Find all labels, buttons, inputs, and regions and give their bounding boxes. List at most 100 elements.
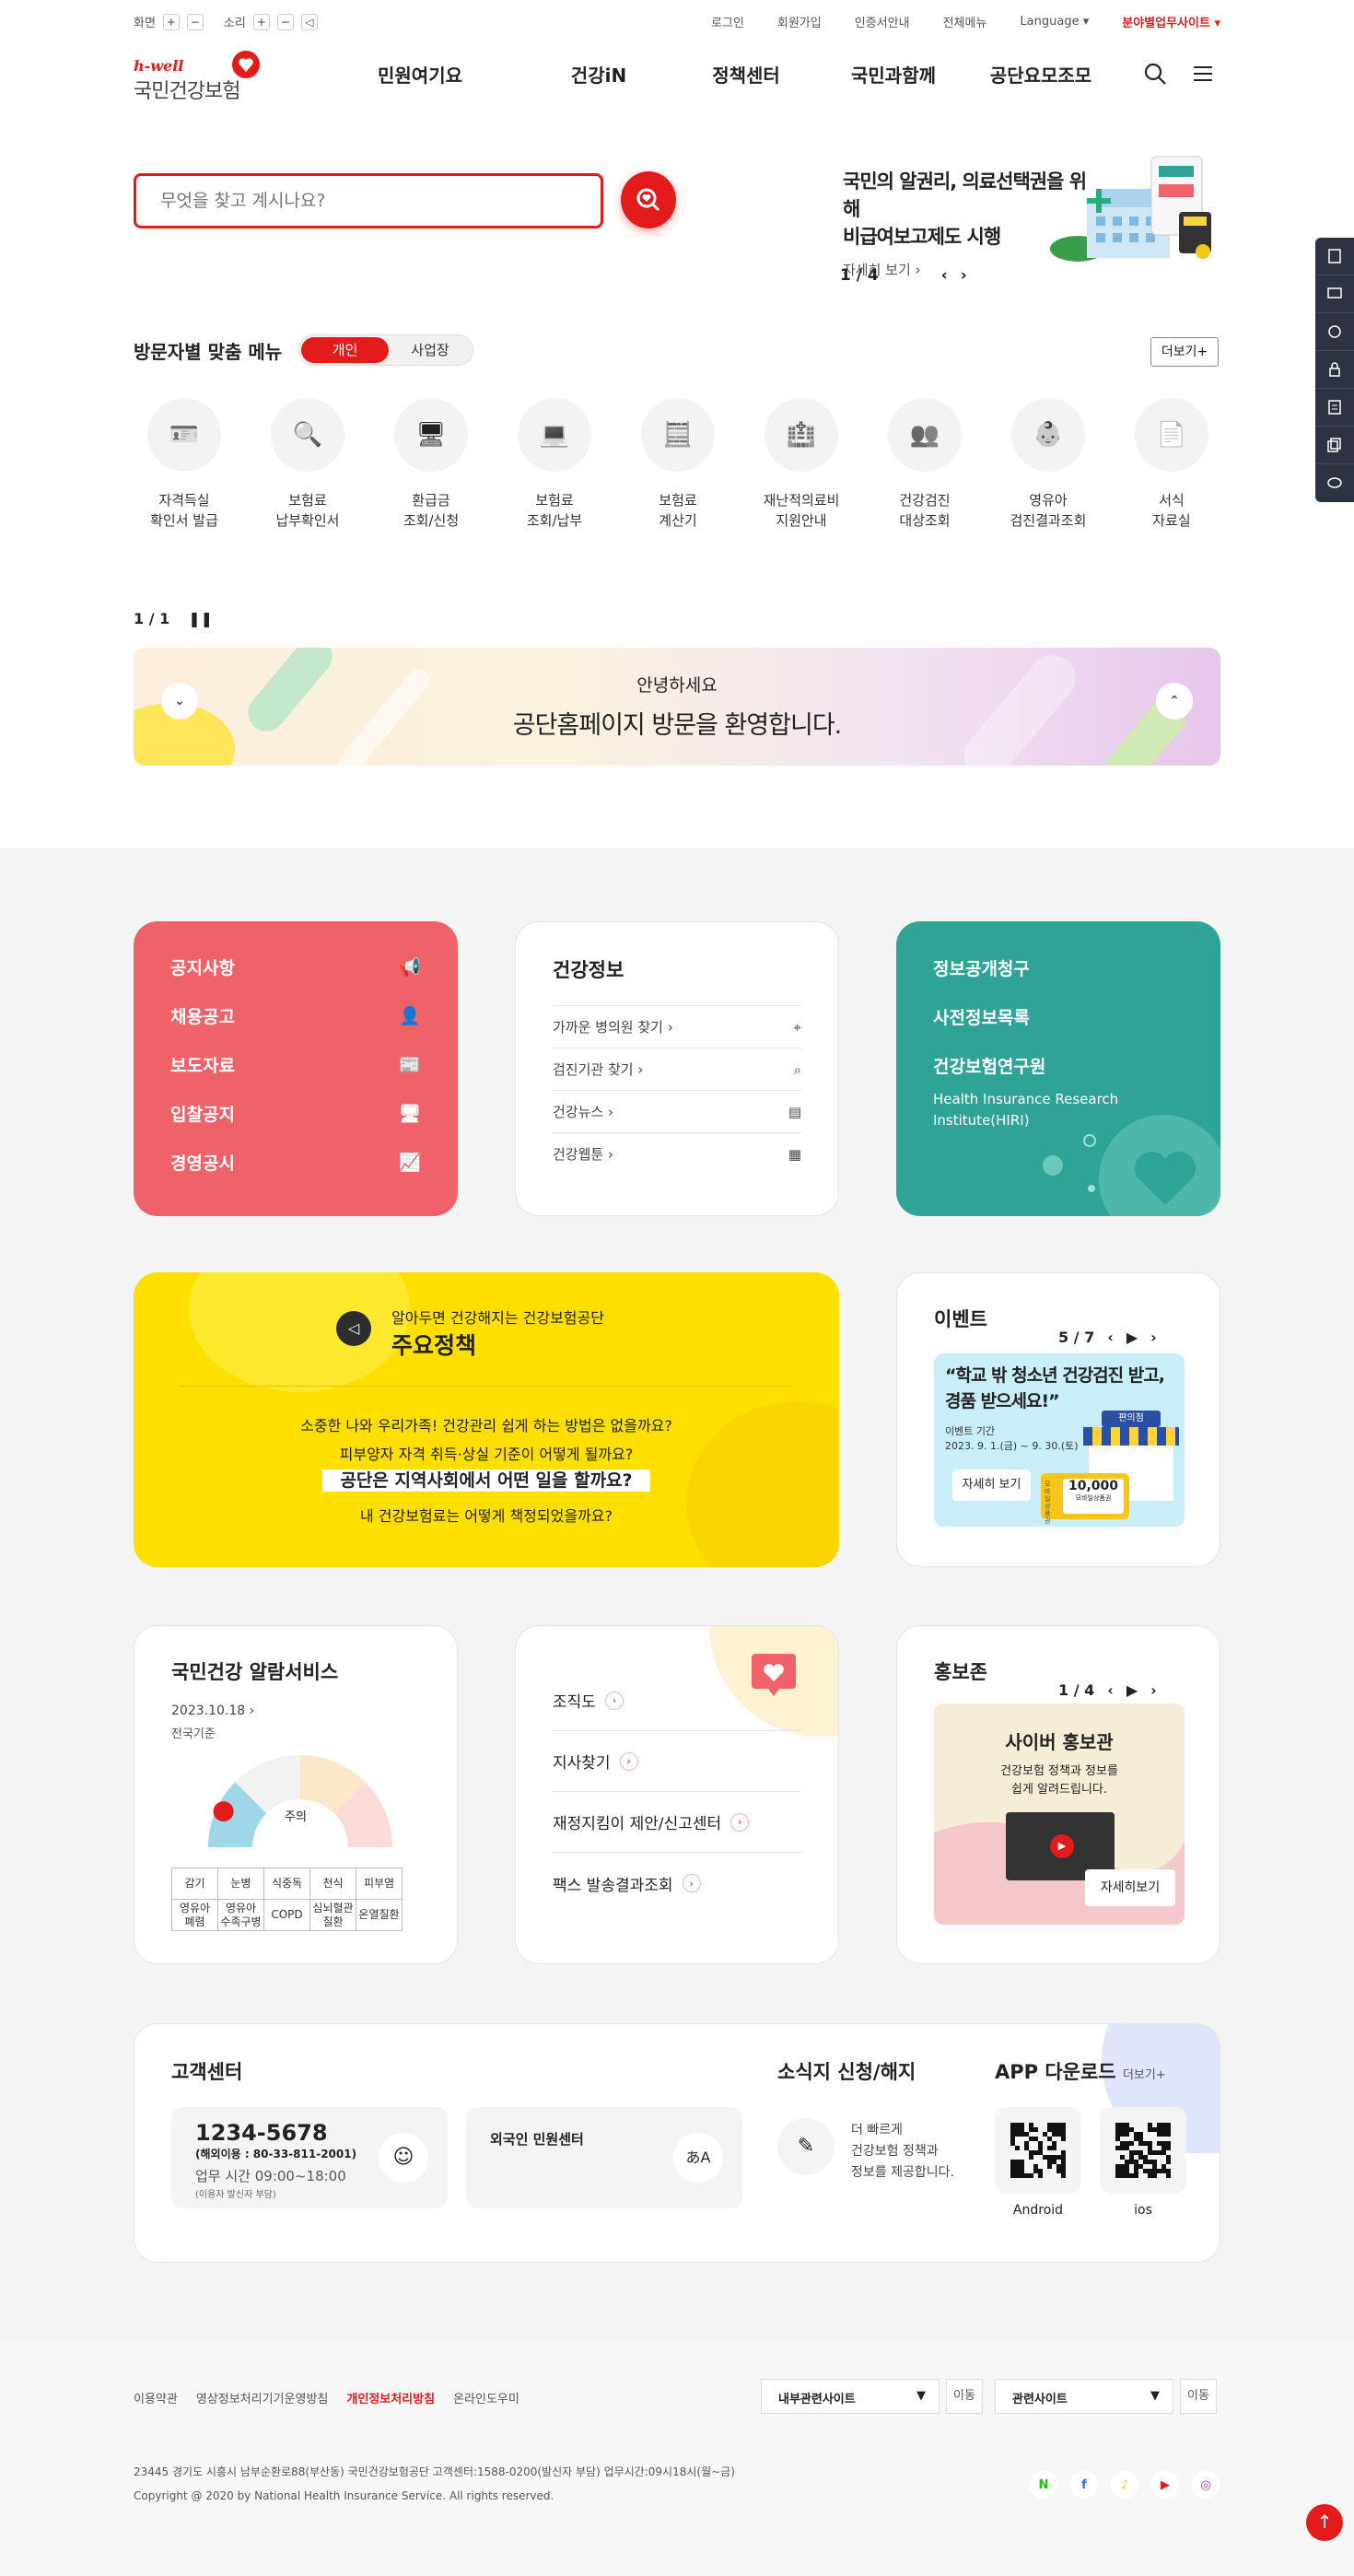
promo-play-icon[interactable]: ▶ <box>1126 1681 1138 1699</box>
event-prev-icon[interactable]: ‹ <box>1107 1329 1114 1346</box>
footer-privacy[interactable]: 개인정보처리방침 <box>346 2389 435 2406</box>
language-select[interactable]: Language ▾ <box>1020 15 1089 29</box>
health-row-news[interactable]: 건강뉴스 › ▤ <box>553 1090 801 1132</box>
red-row-press[interactable]: 보도자료 📰 <box>170 1040 421 1089</box>
zoom-out-button[interactable]: − <box>186 13 204 30</box>
search-button[interactable] <box>621 171 676 228</box>
quick-doc-icon[interactable] <box>1315 238 1354 275</box>
quick-menu-item[interactable]: 🔍 보험료 납부확인서 <box>252 398 363 531</box>
disease-cell[interactable]: 눈병 <box>217 1868 264 1900</box>
volume-down-button[interactable]: − <box>276 13 294 30</box>
disease-cell[interactable]: 심뇌혈관 질환 <box>309 1899 356 1931</box>
teal-row-institute[interactable]: 건강보험연구원 <box>933 1053 1045 1078</box>
tab-personal[interactable]: 개인 <box>301 337 389 363</box>
red-row-notice[interactable]: 공지사항 📢 <box>170 943 421 991</box>
link-org-chart[interactable]: 조직도 › <box>553 1670 801 1731</box>
quick-phone-icon[interactable] <box>1315 313 1354 351</box>
scroll-top-button[interactable]: ↑ <box>1306 2504 1343 2541</box>
alarm-date-link[interactable]: 2023.10.18 › <box>171 1704 254 1718</box>
health-row-hospital[interactable]: 가까운 병의원 찾기 › ⌖ <box>553 1005 801 1048</box>
foreign-center-box[interactable]: 외국인 민원센터 あA <box>466 2107 742 2208</box>
cert-guide-link[interactable]: 인증서안내 <box>855 13 910 30</box>
footer-helper[interactable]: 온라인도우미 <box>453 2389 519 2406</box>
nav-item-health[interactable]: 건강iN <box>525 61 672 88</box>
quick-menu-item[interactable]: 🧮 보험료 계산기 <box>623 398 733 531</box>
disease-cell[interactable]: 온열질환 <box>356 1899 403 1931</box>
prev-arrow-icon[interactable]: ‹ <box>941 266 948 285</box>
red-row-bid[interactable]: 입찰공지 🖥 <box>170 1089 421 1138</box>
naver-blog-icon[interactable]: N <box>1030 2471 1057 2499</box>
link-finance-report[interactable]: 재정지킴이 제안/신고센터 › <box>553 1792 801 1853</box>
next-arrow-icon[interactable]: › <box>961 266 967 285</box>
disease-cell[interactable]: 영유아 수족구병 <box>217 1899 264 1931</box>
quick-lock-icon[interactable] <box>1315 351 1354 389</box>
instagram-icon[interactable]: ◎ <box>1192 2471 1220 2499</box>
pause-icon[interactable]: ❚❚ <box>188 610 213 627</box>
promo-prev-icon[interactable]: ‹ <box>1107 1681 1114 1699</box>
youtube-icon[interactable]: ▶ <box>1151 2471 1179 2499</box>
quick-monitor-icon[interactable] <box>1315 275 1354 313</box>
quick-list-icon[interactable] <box>1315 389 1354 427</box>
footer-terms[interactable]: 이용약관 <box>134 2389 178 2406</box>
teal-row-request[interactable]: 정보공개청구 <box>933 955 1030 980</box>
promo-next-icon[interactable]: › <box>1150 1681 1157 1699</box>
link-branch-finder[interactable]: 지사찾기 › <box>553 1731 801 1792</box>
red-row-recruit[interactable]: 채용공고 👤 <box>170 991 421 1040</box>
zoom-in-button[interactable]: + <box>162 13 180 30</box>
policy-q4[interactable]: 내 건강보험료는 어떻게 책정되었을까요? <box>134 1504 839 1526</box>
tab-business[interactable]: 사업장 <box>390 337 471 363</box>
login-link[interactable]: 로그인 <box>711 13 744 30</box>
promo-detail-button[interactable]: 자세히보기 <box>1085 1869 1175 1906</box>
quick-menu-item[interactable]: 👥 건강검진 대상조회 <box>870 398 980 531</box>
policy-q3[interactable]: 공단은 지역사회에서 어떤 일을 할까요? <box>322 1469 650 1492</box>
quick-menu-item[interactable]: 💻 보험료 조회/납부 <box>499 398 610 531</box>
nav-item-about[interactable]: 공단요모조모 <box>967 61 1115 88</box>
quick-menu-item[interactable]: 👶 영유아 검진결과조회 <box>993 398 1103 531</box>
health-row-webtoon[interactable]: 건강웹툰 › ▦ <box>553 1132 801 1175</box>
quick-chat-icon[interactable] <box>1315 464 1354 502</box>
disease-cell[interactable]: COPD <box>263 1899 310 1931</box>
all-menu-link[interactable]: 전체메뉴 <box>943 13 987 30</box>
search-input[interactable] <box>134 173 603 228</box>
link-fax-result[interactable]: 팩스 발송결과조회 › <box>553 1853 801 1914</box>
event-next-icon[interactable]: › <box>1150 1329 1157 1346</box>
internal-move-button[interactable]: 이동 <box>946 2379 983 2414</box>
newsletter-icon[interactable]: ✎ <box>777 2118 835 2175</box>
footer-cctv[interactable]: 영상정보처리기기운영방침 <box>196 2389 329 2406</box>
policy-q1[interactable]: 소중한 나와 우리가족! 건강관리 쉽게 하는 방법은 없을까요? <box>134 1413 839 1435</box>
related-site-select[interactable]: 관련사이트 ▼ <box>995 2379 1173 2414</box>
nav-item-policy[interactable]: 정책센터 <box>672 61 820 88</box>
signup-link[interactable]: 회원가입 <box>777 13 822 30</box>
quick-copy-icon[interactable] <box>1315 427 1354 464</box>
disease-cell[interactable]: 감기 <box>171 1868 218 1900</box>
disease-cell[interactable]: 천식 <box>309 1868 356 1900</box>
dept-site-select[interactable]: 분야별업무사이트 ▾ <box>1122 13 1220 30</box>
android-qr[interactable] <box>995 2107 1081 2194</box>
event-detail-button[interactable]: 자세히 보기 <box>952 1469 1031 1501</box>
kakao-icon[interactable]: ♪ <box>1111 2471 1138 2499</box>
speaker-icon[interactable]: ◁ <box>300 13 318 30</box>
quick-menu-item[interactable]: 🖥 환급금 조회/신청 <box>376 398 486 531</box>
teal-row-list[interactable]: 사전정보목록 <box>933 1004 1030 1029</box>
policy-q2[interactable]: 피부양자 자격 취득·상실 기준이 어떻게 될까요? <box>134 1442 839 1464</box>
quick-menu-item[interactable]: 🪪 자격득실 확인서 발급 <box>129 398 239 531</box>
disease-cell[interactable]: 피부염 <box>356 1868 403 1900</box>
disease-cell[interactable]: 영유아 폐렴 <box>171 1899 218 1931</box>
phone-number[interactable]: 1234-5678 <box>195 2120 328 2146</box>
disease-cell[interactable]: 식중독 <box>263 1868 310 1900</box>
event-slide[interactable]: “학교 밖 청소년 건강검진 받고, 경품 받으세요!” 이벤트 기간 2023… <box>934 1353 1185 1527</box>
search-icon[interactable] <box>1142 61 1168 87</box>
facebook-icon[interactable]: f <box>1070 2471 1098 2499</box>
volume-up-button[interactable]: + <box>252 13 270 30</box>
visitor-more-button[interactable]: 더보기+ <box>1150 337 1219 367</box>
related-move-button[interactable]: 이동 <box>1180 2379 1217 2414</box>
quick-menu-item[interactable]: 🏥 재난적의료비 지원안내 <box>746 398 857 531</box>
nav-item-public[interactable]: 국민과함께 <box>820 61 967 88</box>
site-logo[interactable]: h-well 국민건강보험 <box>134 51 272 103</box>
health-row-checkup[interactable]: 검진기관 찾기 › ⌕ <box>553 1048 801 1090</box>
app-more-link[interactable]: 더보기+ <box>1123 2068 1166 2082</box>
event-play-icon[interactable]: ▶ <box>1126 1329 1138 1346</box>
red-row-management[interactable]: 경영공시 📈 <box>170 1138 421 1187</box>
internal-site-select[interactable]: 내부관련사이트 ▼ <box>761 2379 940 2414</box>
quick-menu-item[interactable]: 📄 서식 자료실 <box>1116 398 1227 531</box>
